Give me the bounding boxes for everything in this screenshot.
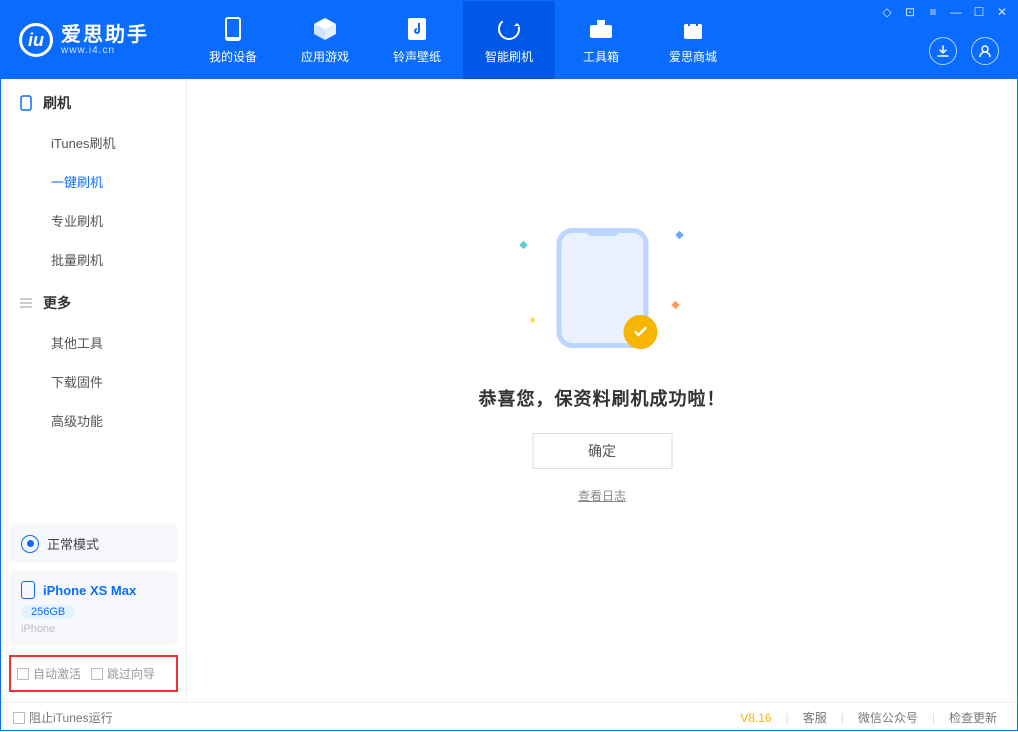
device-capacity: 256GB	[21, 605, 75, 619]
device-name: iPhone XS Max	[43, 583, 136, 598]
bag-icon	[680, 16, 706, 42]
sidebar-item-advanced[interactable]: 高级功能	[1, 401, 186, 440]
checkbox-icon	[13, 712, 25, 724]
sidebar-group-more: 更多	[1, 279, 186, 323]
phone-mini-icon	[21, 581, 35, 599]
download-icon[interactable]	[929, 37, 957, 65]
checkbox-icon	[91, 668, 103, 680]
footer: 阻止iTunes运行 V8.16 | 客服 | 微信公众号 | 检查更新	[1, 702, 1017, 732]
wechat-link[interactable]: 微信公众号	[850, 709, 926, 726]
tab-my-device[interactable]: 我的设备	[187, 1, 279, 79]
mode-box[interactable]: 正常模式	[9, 524, 178, 563]
header-right-icons	[929, 37, 999, 65]
checkbox-auto-activate[interactable]: 自动激活	[17, 665, 81, 682]
support-link[interactable]: 客服	[795, 709, 835, 726]
tab-toolbox[interactable]: 工具箱	[555, 1, 647, 79]
checkbox-icon	[17, 668, 29, 680]
sidebar: 刷机 iTunes刷机 一键刷机 专业刷机 批量刷机 更多 其他工具 下载固件 …	[1, 79, 187, 702]
phone-illustration	[556, 228, 648, 348]
mode-dot-icon	[21, 535, 39, 553]
header: iu 爱思助手 www.i4.cn 我的设备 应用游戏 铃声壁纸 智能刷机 工具…	[1, 1, 1017, 79]
logo-icon: iu	[19, 23, 53, 57]
phone-icon	[19, 96, 33, 110]
tab-store[interactable]: 爱思商城	[647, 1, 739, 79]
sidebar-item-oneclick-flash[interactable]: 一键刷机	[1, 162, 186, 201]
mode-label: 正常模式	[47, 534, 99, 553]
success-check-icon	[623, 315, 657, 349]
app-name-cn: 爱思助手	[61, 25, 149, 45]
confirm-button[interactable]: 确定	[532, 433, 672, 469]
maximize-button[interactable]: ☐	[972, 5, 986, 19]
sidebar-group-flash: 刷机	[1, 79, 186, 123]
version-label: V8.16	[740, 711, 771, 725]
check-update-link[interactable]: 检查更新	[941, 709, 1005, 726]
toolbox-icon	[588, 16, 614, 42]
list-icon	[19, 296, 33, 310]
body: 刷机 iTunes刷机 一键刷机 专业刷机 批量刷机 更多 其他工具 下载固件 …	[1, 79, 1017, 702]
cube-icon	[312, 16, 338, 42]
view-log-link[interactable]: 查看日志	[479, 487, 726, 504]
refresh-shield-icon	[496, 16, 522, 42]
feedback-icon[interactable]: ⊡	[903, 5, 917, 19]
tab-apps-games[interactable]: 应用游戏	[279, 1, 371, 79]
user-icon[interactable]	[971, 37, 999, 65]
tab-ringtones[interactable]: 铃声壁纸	[371, 1, 463, 79]
device-icon	[220, 16, 246, 42]
sidebar-item-itunes-flash[interactable]: iTunes刷机	[1, 123, 186, 162]
logo[interactable]: iu 爱思助手 www.i4.cn	[1, 1, 187, 79]
success-message: 恭喜您，保资料刷机成功啦！	[479, 385, 726, 411]
window-controls: ◇ ⊡ ≡ — ☐ ✕	[880, 5, 1009, 19]
music-file-icon	[404, 16, 430, 42]
menu-icon[interactable]: ≡	[926, 5, 940, 19]
sidebar-item-download-firmware[interactable]: 下载固件	[1, 362, 186, 401]
app-name-en: www.i4.cn	[61, 45, 149, 56]
sidebar-item-batch-flash[interactable]: 批量刷机	[1, 240, 186, 279]
skin-icon[interactable]: ◇	[880, 5, 894, 19]
device-box[interactable]: iPhone XS Max 256GB iPhone	[9, 571, 178, 645]
tab-smart-flash[interactable]: 智能刷机	[463, 1, 555, 79]
close-button[interactable]: ✕	[995, 5, 1009, 19]
minimize-button[interactable]: —	[949, 5, 963, 19]
sidebar-item-other-tools[interactable]: 其他工具	[1, 323, 186, 362]
checkbox-skip-wizard[interactable]: 跳过向导	[91, 665, 155, 682]
checkbox-block-itunes[interactable]: 阻止iTunes运行	[13, 709, 113, 726]
nav-tabs: 我的设备 应用游戏 铃声壁纸 智能刷机 工具箱 爱思商城	[187, 1, 739, 79]
device-type: iPhone	[21, 623, 166, 635]
sidebar-item-pro-flash[interactable]: 专业刷机	[1, 201, 186, 240]
highlighted-options: 自动激活 跳过向导	[9, 655, 178, 692]
main-content: 恭喜您，保资料刷机成功啦！ 确定 查看日志	[187, 79, 1017, 702]
